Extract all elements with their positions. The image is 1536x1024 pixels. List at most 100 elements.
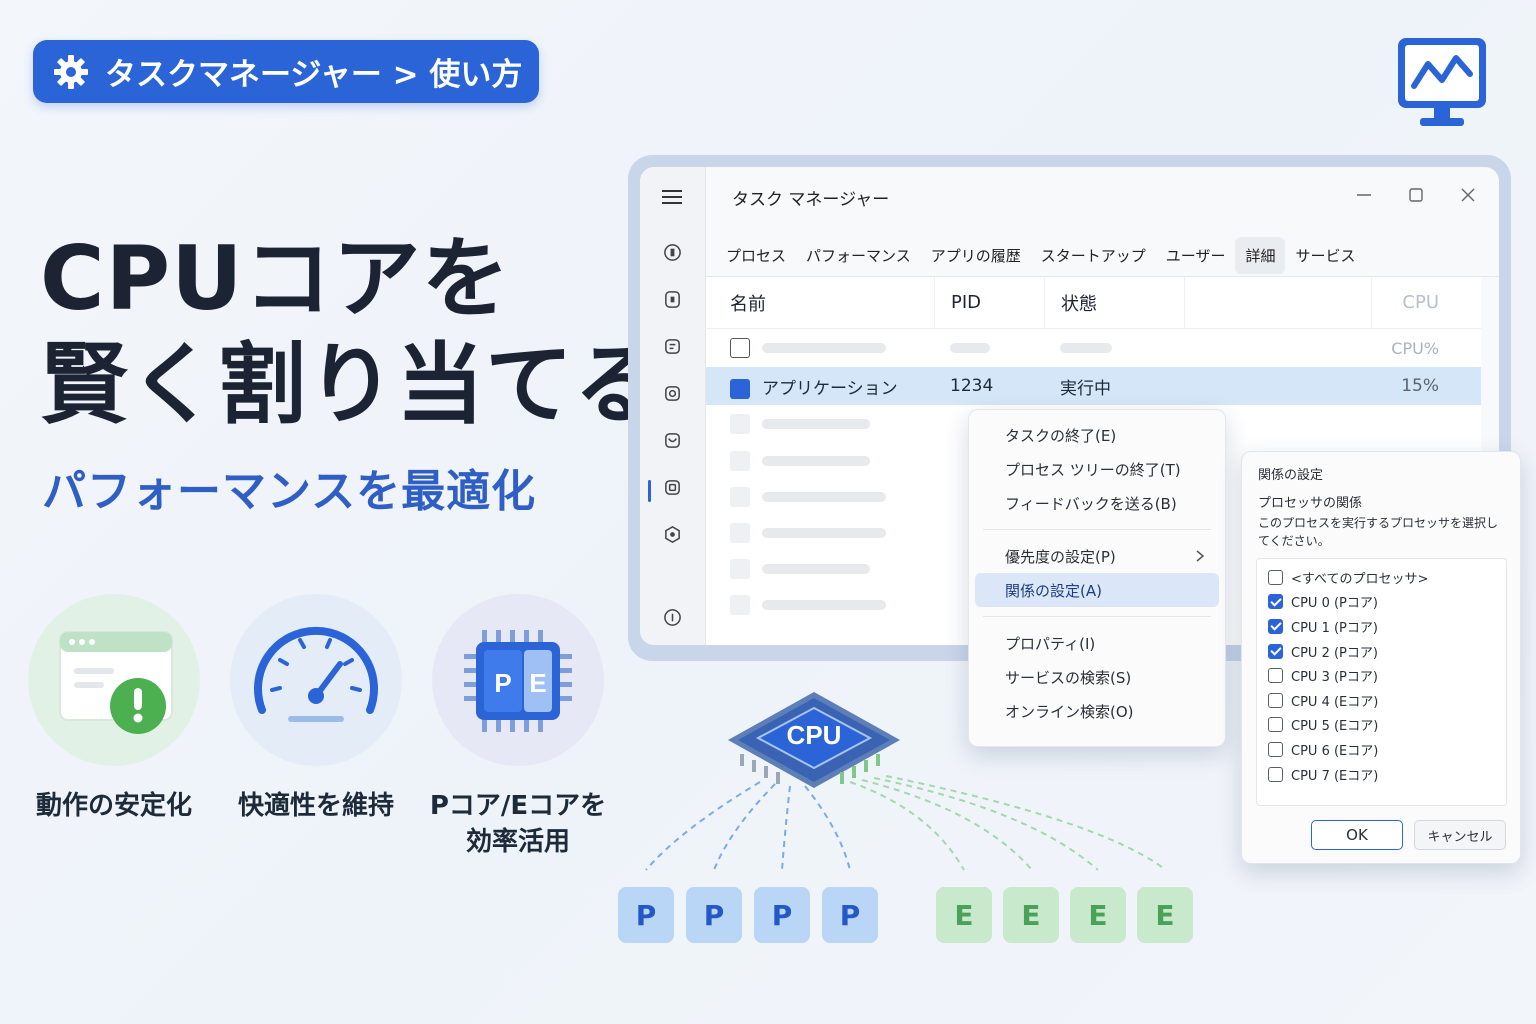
hero-title-line2: 賢く割り当てる <box>40 333 664 436</box>
cancel-button[interactable]: キャンセル <box>1414 820 1506 850</box>
menu-set-priority-label: 優先度の設定(P) <box>1005 547 1116 566</box>
maximize-icon[interactable] <box>1406 185 1426 205</box>
tab-bar: プロセス パフォーマンス アプリの履歴 スタートアップ ユーザー 詳細 サービス <box>706 235 1499 277</box>
feature-stability-label: 動作の安定化 <box>35 791 192 821</box>
col-header-spacer <box>1184 277 1371 328</box>
link-line <box>861 779 1033 871</box>
gear-icon <box>54 54 88 89</box>
processor-option-cpu6[interactable]: CPU 6 (Eコア) <box>1257 737 1506 762</box>
option-label: <すべてのプロセッサ> <box>1291 571 1429 587</box>
processor-list: <すべてのプロセッサ> CPU 0 (Pコア) CPU 1 (Pコア) CPU … <box>1256 558 1507 806</box>
processor-option-cpu1[interactable]: CPU 1 (Pコア) <box>1257 614 1506 639</box>
option-label: CPU 3 (Pコア) <box>1291 670 1378 686</box>
svg-text:P: P <box>494 668 511 698</box>
chevron-right-icon <box>1196 550 1205 562</box>
feature-pe-cores: P E Pコア/Eコアを 効率活用 <box>428 594 608 860</box>
menu-end-process-tree[interactable]: プロセス ツリーの終了(T) <box>975 452 1219 486</box>
dialog-title: 関係の設定 <box>1258 468 1324 483</box>
menu-set-priority[interactable]: 優先度の設定(P) <box>975 539 1219 573</box>
p-core-chip: P <box>686 887 742 943</box>
checkbox[interactable] <box>1268 741 1283 757</box>
warning-window-icon <box>59 631 173 734</box>
p-core-chip: P <box>754 887 810 943</box>
monitor-activity-icon <box>1398 38 1486 126</box>
hero-title: CPUコアを 賢く割り当てる <box>40 226 663 438</box>
breadcrumb-pill: タスクマネージャー > 使い方 <box>33 40 539 103</box>
checkbox[interactable] <box>1268 618 1283 634</box>
cpu-chip-label: CPU <box>787 720 842 750</box>
tab-performance[interactable]: パフォーマンス <box>796 237 921 274</box>
row-status: 実行中 <box>1060 378 1111 399</box>
col-header-pid[interactable]: PID <box>934 277 1044 328</box>
feature-pe-label-2: 効率活用 <box>465 827 570 857</box>
users-nav-icon[interactable] <box>663 431 682 450</box>
checkbox[interactable] <box>1268 766 1283 782</box>
menu-send-feedback[interactable]: フィードバックを送る(B) <box>975 486 1219 520</box>
checkbox[interactable] <box>1268 569 1283 585</box>
services-nav-icon[interactable] <box>663 525 682 544</box>
table-row-selected[interactable]: アプリケーション 1234 実行中 15% <box>706 367 1481 405</box>
link-line <box>804 785 851 871</box>
col-header-name[interactable]: 名前 <box>706 290 934 316</box>
svg-text:E: E <box>529 668 546 698</box>
hero-title-line1: CPUコアを <box>40 227 511 330</box>
row-cpu: 15% <box>1401 376 1439 396</box>
breadcrumb-text: タスクマネージャー > 使い方 <box>105 57 523 93</box>
sidebar <box>640 167 706 645</box>
close-icon[interactable] <box>1458 185 1478 205</box>
tab-startup[interactable]: スタートアップ <box>1031 237 1156 274</box>
processor-option-cpu3[interactable]: CPU 3 (Pコア) <box>1257 663 1506 688</box>
menu-end-task[interactable]: タスクの終了(E) <box>975 418 1219 452</box>
startup-nav-icon[interactable] <box>663 384 682 403</box>
table-row[interactable]: CPU% <box>706 329 1481 367</box>
menu-set-affinity[interactable]: 関係の設定(A) <box>975 573 1219 607</box>
settings-nav-icon[interactable] <box>663 608 682 627</box>
tab-details[interactable]: 詳細 <box>1235 237 1286 274</box>
affinity-dialog: 関係の設定 プロセッサの関係 このプロセスを実行するプロセッサを選択してください… <box>1241 451 1521 864</box>
tab-users[interactable]: ユーザー <box>1156 237 1236 274</box>
e-core-chip: E <box>1070 887 1126 943</box>
feature-comfort-label: 快適性を維持 <box>237 791 394 821</box>
processor-option-cpu0[interactable]: CPU 0 (Pコア) <box>1257 590 1506 615</box>
feature-comfort: 快適性を維持 <box>226 594 406 824</box>
processes-nav-icon[interactable] <box>663 243 682 262</box>
minimize-icon[interactable] <box>1354 185 1374 205</box>
feature-pe-label-1: Pコア/Eコアを <box>429 791 607 821</box>
link-line <box>873 777 1099 871</box>
title-bar: タスク マネージャー <box>706 167 1499 227</box>
checkbox[interactable] <box>1268 692 1283 708</box>
details-nav-icon[interactable] <box>663 478 682 497</box>
col-header-status[interactable]: 状態 <box>1044 277 1184 328</box>
dialog-subtitle: プロセッサの関係 <box>1258 496 1363 511</box>
option-label: CPU 4 (Eコア) <box>1291 694 1379 710</box>
processor-option-cpu7[interactable]: CPU 7 (Eコア) <box>1257 762 1506 787</box>
row-cpu-label: CPU% <box>1391 338 1439 358</box>
table-header: 名前 PID 状態 CPU <box>706 277 1481 329</box>
col-header-cpu[interactable]: CPU <box>1371 277 1481 328</box>
menu-separator <box>983 529 1211 530</box>
option-label: CPU 5 (Eコア) <box>1291 719 1379 735</box>
hamburger-menu-icon[interactable] <box>662 189 682 205</box>
checkbox[interactable] <box>1268 594 1283 610</box>
option-label: CPU 6 (Eコア) <box>1291 743 1379 759</box>
menu-properties[interactable]: プロパティ(I) <box>975 626 1219 660</box>
app-icon <box>730 338 750 358</box>
tab-app-history[interactable]: アプリの履歴 <box>921 237 1031 274</box>
option-label: CPU 0 (Pコア) <box>1291 596 1378 612</box>
checkbox[interactable] <box>1268 643 1283 659</box>
processor-option-cpu2[interactable]: CPU 2 (Pコア) <box>1257 639 1506 664</box>
active-nav-indicator <box>648 480 651 502</box>
speedometer-icon <box>254 626 378 722</box>
link-line <box>713 783 776 871</box>
app-history-nav-icon[interactable] <box>663 337 682 356</box>
processor-option-all[interactable]: <すべてのプロセッサ> <box>1257 565 1506 590</box>
processor-option-cpu4[interactable]: CPU 4 (Eコア) <box>1257 688 1506 713</box>
checkbox[interactable] <box>1268 668 1283 684</box>
processor-option-cpu5[interactable]: CPU 5 (Eコア) <box>1257 713 1506 738</box>
performance-nav-icon[interactable] <box>663 290 682 309</box>
ok-button[interactable]: OK <box>1311 820 1403 850</box>
e-core-chip: E <box>936 887 992 943</box>
tab-services[interactable]: サービス <box>1285 237 1365 274</box>
checkbox[interactable] <box>1268 717 1283 733</box>
tab-processes[interactable]: プロセス <box>716 237 796 274</box>
